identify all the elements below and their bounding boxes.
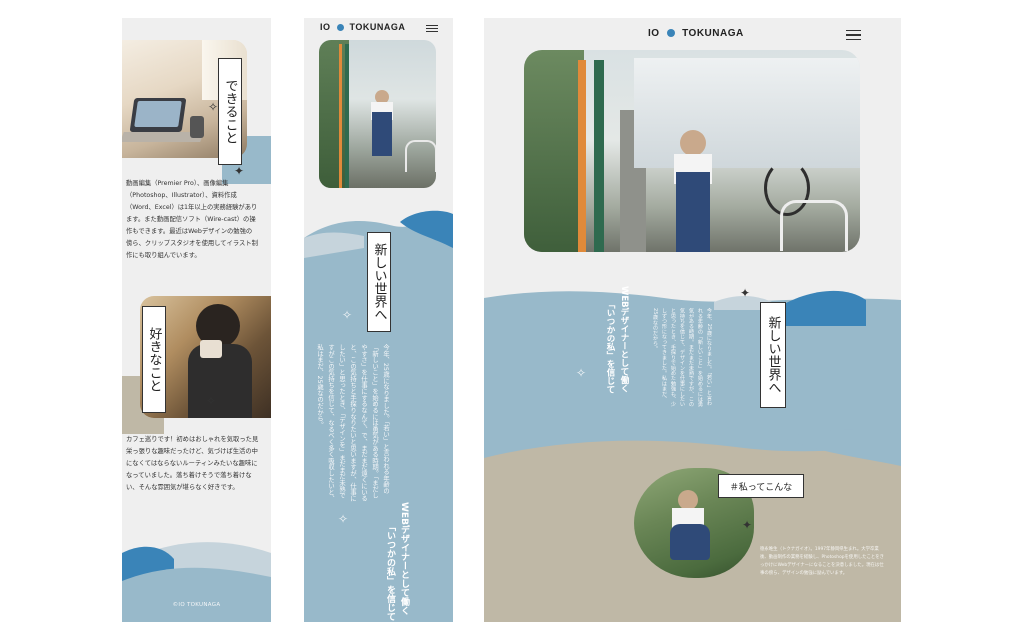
lead-copy-a: WEBデザイナーとして働く [619,286,629,393]
site-logo[interactable]: IO TOKUNAGA [648,28,744,39]
profile-text: 徳永唯生（トクナガイオ）。1997年静岡県生まれ。大学卒業後、動画制作の業務を経… [760,547,885,576]
intro-text: 今年、25歳になりました。「若い」と言われる年齢の「新しいこと」を始めるには勇気… [316,344,389,502]
intro-text: 今年、25歳になりました。「若い」と言われる年齢の「新しいこと」を始めるには勇気… [652,308,712,407]
sparkle-icon: ✦ [234,164,245,178]
sparkle-icon: ✦ [740,286,751,300]
sparkle-icon: ✧ [342,308,353,322]
new-world-tag: 新しい世界へ [760,302,786,408]
mobile-page-top: IO TOKUNAGA 新しい世界へ ✧ ✧ 今年、25歳になりました。「若い」… [304,18,453,622]
sparkle-icon: ✧ [208,100,219,114]
hamburger-icon[interactable] [846,30,861,41]
lead-copy-b: 「いつかの私」を信じて [605,300,615,394]
tablet-page-top: IO TOKUNAGA 新しい世界へ ✧ ✦ WEBデザイナーとして働く 「いつ… [484,18,901,622]
mobile-page-about-details: できること ✧ ✦ 動画編集（Premier Pro）、画像編集（Photosh… [122,18,271,622]
lead-copy-b: 「いつかの私」を信じて [385,522,395,621]
sparkle-icon: ✧ [576,366,587,380]
like-tag: 好きなこと [142,306,166,413]
footer-copyright: ©IO TOKUNAGA [172,602,221,608]
hamburger-icon[interactable] [426,25,438,32]
hero-photo [524,50,860,252]
like-text: カフェ巡りです！初めはおしゃれを気取った見栄っ張りな趣味だったけど、気づけば生活… [126,436,259,491]
skill-tag: できること [218,58,242,165]
new-world-tag: 新しい世界へ [367,232,391,332]
hero-photo [319,40,436,188]
lead-copy-a: WEBデザイナーとして働く [399,502,409,615]
sparkle-icon: ✧ [206,394,217,408]
sparkle-icon: ✦ [742,518,753,532]
circle-icon [666,29,675,38]
about-me-tag: ＃私ってこんな [718,474,804,498]
circle-icon [336,24,344,32]
site-logo[interactable]: IO TOKUNAGA [320,22,405,32]
skill-text: 動画編集（Premier Pro）、画像編集（Photoshop、Illustr… [126,180,258,259]
sparkle-icon: ✧ [338,512,349,526]
